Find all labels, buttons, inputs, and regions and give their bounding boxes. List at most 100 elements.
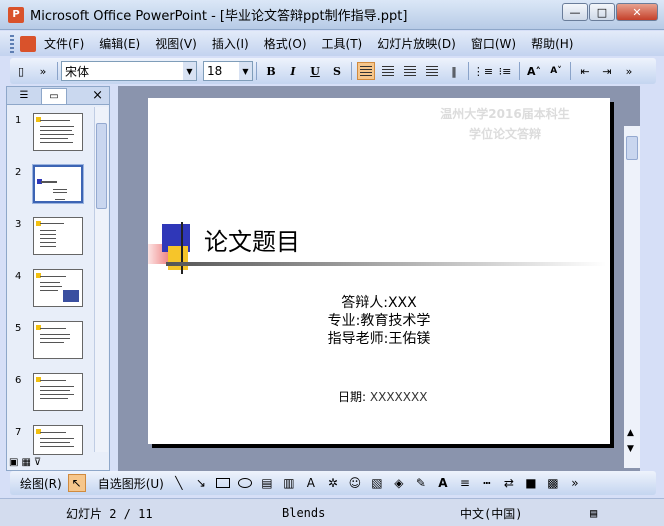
minimize-button[interactable]: — (562, 3, 588, 21)
toolbar-grip-icon[interactable] (10, 34, 14, 53)
slide-thumbnail-row[interactable]: 5 (7, 321, 99, 361)
toolbar-options-icon[interactable]: » (34, 62, 52, 80)
text-line (40, 338, 70, 339)
align-center-button[interactable] (379, 62, 397, 80)
new-document-icon[interactable]: ▯ (12, 62, 30, 80)
textbox-icon[interactable]: ▤ (258, 474, 276, 492)
slide-thumbnail-row[interactable]: 6 (7, 373, 99, 413)
separator (351, 62, 352, 80)
separator (57, 62, 58, 80)
bold-button[interactable]: B (262, 62, 280, 80)
menu-view[interactable]: 视图(V) (155, 35, 197, 52)
3d-style-icon[interactable]: ▩ (544, 474, 562, 492)
slide-scrollbar[interactable]: ▲ ▼ (624, 126, 640, 468)
diagram-icon[interactable]: ✲ (324, 474, 342, 492)
increase-indent-button[interactable]: ⇥ (598, 62, 616, 80)
slide-number: 4 (15, 271, 22, 282)
vertical-textbox-icon[interactable]: ▥ (280, 474, 298, 492)
menu-help[interactable]: 帮助(H) (531, 35, 573, 52)
powerpoint-app-icon[interactable]: P (8, 6, 24, 23)
arrow-tool-icon[interactable]: ↘ (192, 474, 210, 492)
slide-thumbnail[interactable] (33, 321, 83, 359)
separator (519, 62, 520, 80)
rectangle-tool-button[interactable] (214, 474, 232, 492)
toolbar-options-icon[interactable]: » (566, 474, 584, 492)
line-style-icon[interactable]: ≡ (456, 474, 474, 492)
menu-edit[interactable]: 编辑(E) (99, 35, 140, 52)
date-textbox[interactable]: 日期: XXXXXXX (338, 388, 427, 405)
toolbar-options-icon[interactable]: » (620, 62, 638, 80)
slide-number: 2 (15, 167, 22, 178)
slide-thumbnail-selected[interactable] (32, 164, 84, 204)
grow-font-button[interactable]: A ˄ (525, 62, 543, 80)
slide-thumbnail[interactable] (33, 373, 83, 411)
slide-title[interactable]: 论文题目 (204, 222, 300, 257)
slide-thumbnail[interactable] (33, 113, 83, 151)
menu-insert[interactable]: 插入(I) (212, 35, 249, 52)
align-left-button[interactable] (357, 62, 375, 80)
autoshapes-button[interactable]: 自选图形(U) (98, 475, 164, 492)
slide-thumbnail-row[interactable]: 2 (7, 164, 99, 205)
numbering-button[interactable]: ⋮≡ (473, 62, 493, 80)
picture-icon[interactable]: ▧ (368, 474, 386, 492)
pane-tabs: ☰ ▭ × (7, 87, 109, 105)
slide-thumbnail[interactable] (33, 269, 83, 307)
spelling-status-icon[interactable]: ▤ (590, 503, 597, 523)
tab-slides[interactable]: ▭ (41, 87, 67, 104)
decrease-indent-button[interactable]: ⇤ (576, 62, 594, 80)
fill-color-icon[interactable]: ◈ (390, 474, 408, 492)
font-size-select[interactable]: 18 ▼ (203, 61, 253, 81)
normal-view-icon[interactable]: ▣ (9, 457, 18, 468)
close-button[interactable]: ✕ (616, 3, 658, 21)
italic-button[interactable]: I (284, 62, 302, 80)
font-color-icon[interactable]: A (434, 474, 452, 492)
wordart-icon[interactable]: A (302, 474, 320, 492)
slide-thumbnail-row[interactable]: 1 (7, 113, 99, 153)
align-right-button[interactable] (401, 62, 419, 80)
menu-format[interactable]: 格式(O) (264, 35, 307, 52)
presenter-info[interactable]: 答辩人:XXX 专业:教育技术学 指导老师:王佑镁 (148, 294, 610, 348)
chevron-down-icon[interactable]: ▼ (239, 62, 252, 80)
slide-thumbnail-row[interactable]: 3 (7, 217, 99, 257)
shrink-font-button[interactable]: A ˅ (547, 62, 565, 80)
draw-menu-button[interactable]: 绘图(R) (20, 475, 62, 492)
distribute-button[interactable] (423, 62, 441, 80)
menu-slideshow[interactable]: 幻灯片放映(D) (377, 35, 456, 52)
slideshow-view-icon[interactable]: ⊽ (34, 457, 41, 468)
line-color-icon[interactable]: ✎ (412, 474, 430, 492)
oval-tool-button[interactable] (236, 474, 254, 492)
shadow-style-icon[interactable]: ■ (522, 474, 540, 492)
slide-thumbnail[interactable] (33, 425, 83, 455)
menu-file[interactable]: 文件(F) (44, 35, 84, 52)
info-line: 答辩人:XXX (341, 295, 417, 311)
line-tool-icon[interactable]: ╲ (170, 474, 188, 492)
slides-pane-scrollbar[interactable] (94, 107, 108, 452)
dash-style-icon[interactable]: ┅ (478, 474, 496, 492)
clipart-icon[interactable]: ☺ (346, 474, 364, 492)
maximize-button[interactable]: □ (589, 3, 615, 21)
bullets-button[interactable]: ⁝≡ (496, 62, 514, 80)
tab-outline[interactable]: ☰ (11, 88, 37, 104)
current-slide[interactable]: 温州大学2016届本科生 学位论文答辩 论文题目 答辩人:XXX 专业:教育技术… (148, 98, 610, 444)
slide-thumbnail[interactable] (33, 217, 83, 255)
menu-window[interactable]: 窗口(W) (471, 35, 516, 52)
shadow-button[interactable]: S (328, 62, 346, 80)
text-line (40, 126, 74, 127)
chevron-up-icon[interactable]: ▲ (627, 428, 634, 438)
text-line (40, 286, 62, 287)
slide-sorter-view-icon[interactable]: ▦ (21, 457, 30, 468)
column-layout-button[interactable]: ‖ (445, 62, 463, 80)
select-arrow-icon[interactable]: ↖ (67, 474, 86, 492)
underline-button[interactable]: U (306, 62, 324, 80)
scrollbar-thumb[interactable] (96, 123, 107, 209)
close-pane-icon[interactable]: × (92, 88, 103, 103)
arrow-style-icon[interactable]: ⇄ (500, 474, 518, 492)
slide-thumbnail-row[interactable]: 4 (7, 269, 99, 309)
view-buttons: ▣ ▦ ⊽ (9, 457, 41, 468)
font-name-select[interactable]: 宋体 ▼ (61, 61, 197, 81)
scrollbar-thumb[interactable] (626, 136, 638, 160)
document-icon[interactable] (20, 35, 36, 52)
chevron-down-icon[interactable]: ▼ (627, 444, 634, 454)
menu-tools[interactable]: 工具(T) (322, 35, 363, 52)
chevron-down-icon[interactable]: ▼ (183, 62, 196, 80)
